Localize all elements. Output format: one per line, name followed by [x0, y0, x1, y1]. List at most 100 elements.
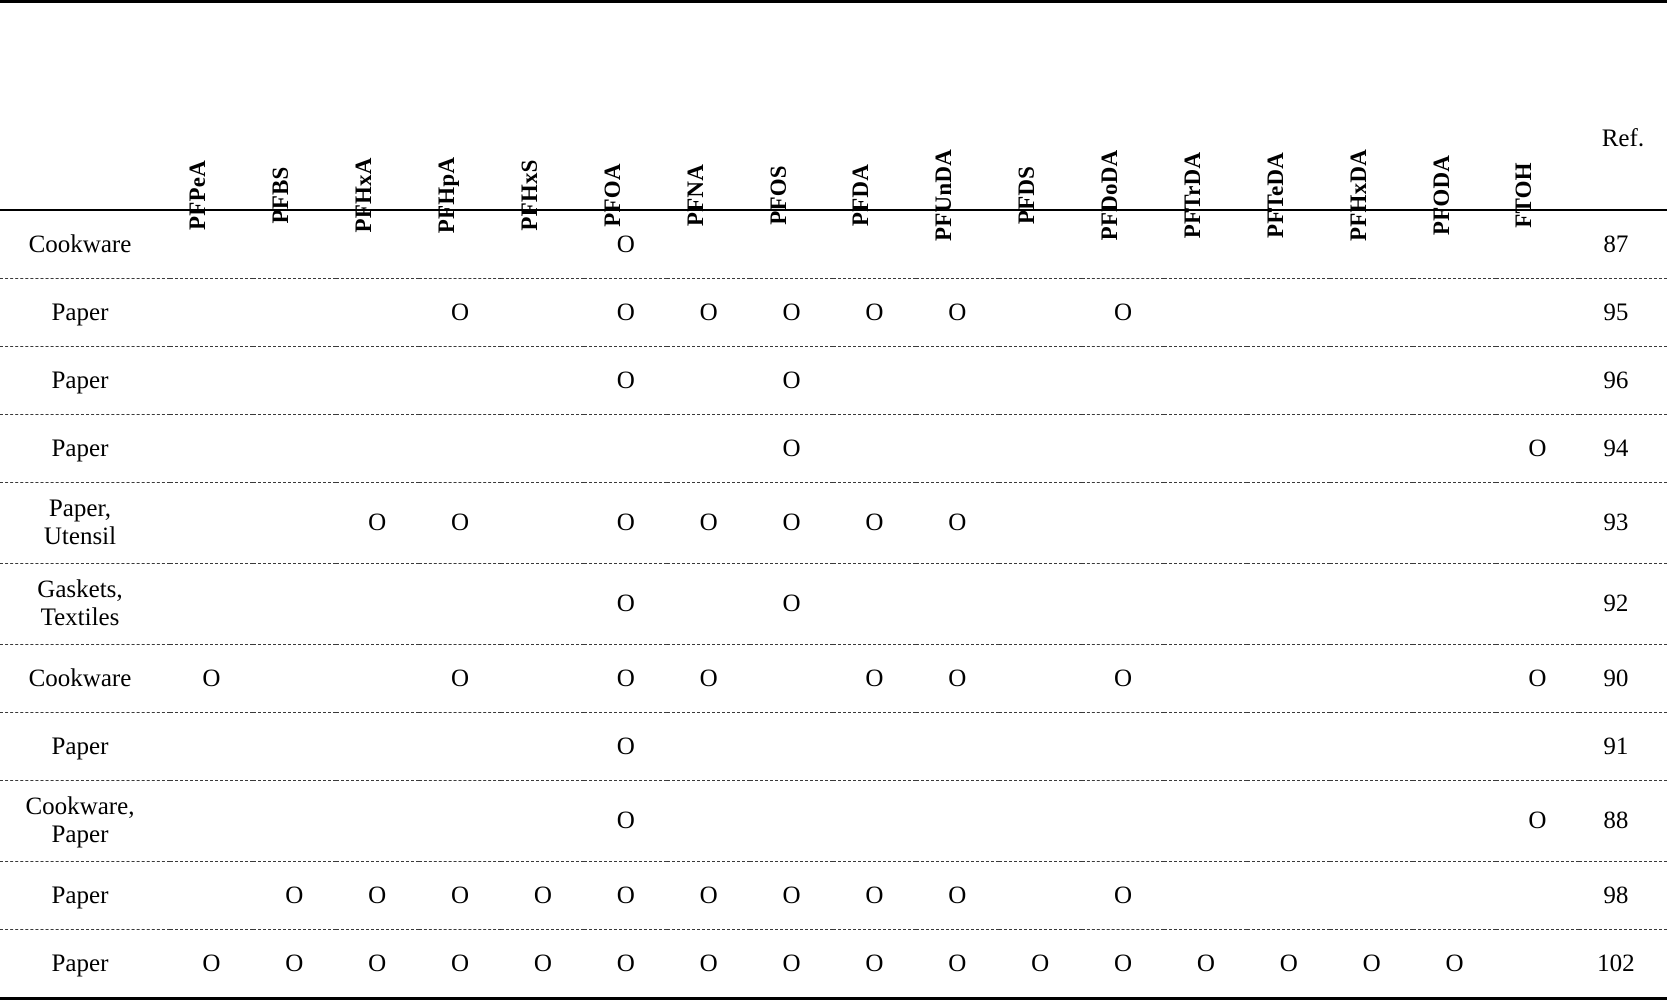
- detection-o-icon: O: [865, 664, 884, 692]
- empty-cell-pfbs: [252, 278, 336, 347]
- header-cell-pfhpa: PFHpA: [418, 0, 502, 233]
- empty-cell-pfpea: [169, 278, 253, 347]
- detection-o-icon: O: [285, 881, 304, 909]
- detection-mark-pfdoda: O: [1081, 278, 1165, 347]
- detection-mark-pfda: O: [832, 482, 916, 564]
- detection-o-icon: O: [1528, 664, 1547, 692]
- detection-o-icon: O: [202, 664, 221, 692]
- empty-cell-pfhxda: [1330, 278, 1414, 347]
- empty-cell-ftoh: [1495, 929, 1579, 1000]
- detection-mark-pfhpa: O: [418, 644, 502, 713]
- header-label-pfoa: PFOA: [599, 163, 625, 227]
- detection-o-icon: O: [699, 949, 718, 977]
- header-label-pftrda: PFTrDA: [1179, 151, 1205, 239]
- reference-number: 93: [1578, 482, 1667, 564]
- detection-mark-pfoa: O: [584, 780, 668, 862]
- detection-o-icon: O: [1528, 434, 1547, 462]
- empty-cell-pfhxa: [335, 644, 419, 713]
- empty-cell-pfhxda: [1330, 482, 1414, 564]
- table-row: Paper O O 96: [0, 346, 1667, 415]
- detection-mark-pfoda: O: [1413, 929, 1496, 1000]
- detection-mark-pfbs: O: [252, 929, 336, 1000]
- empty-cell-pfhxda: [1330, 563, 1414, 645]
- table-row: Gaskets, Textiles O O 92: [0, 563, 1667, 645]
- empty-cell-pftrda: [1164, 346, 1248, 415]
- header-cell-ftoh: FTOH: [1495, 0, 1579, 228]
- header-label-pfhxs: PFHxS: [516, 159, 542, 231]
- detection-o-icon: O: [616, 366, 635, 394]
- table-row: Cookware O O O O O O O O 90: [0, 644, 1667, 713]
- empty-cell-pfda: [832, 414, 916, 483]
- table-body: Cookware O 87 Paper O O O O O O O 95 Paper O O 96 Paper O…: [0, 209, 1667, 1000]
- empty-cell-pfpea: [169, 780, 253, 862]
- table-row: Paper, Utensil O O O O O O O 93: [0, 482, 1667, 564]
- detection-mark-pfda: O: [832, 644, 916, 713]
- detection-o-icon: O: [616, 590, 635, 617]
- empty-cell-pfna: [667, 712, 751, 781]
- row-label-category: Cookware: [0, 644, 170, 713]
- empty-cell-pfpea: [169, 861, 253, 930]
- empty-cell-pftrda: [1164, 712, 1248, 781]
- detection-mark-pfpea: O: [169, 929, 253, 1000]
- empty-cell-pfds: [998, 209, 1082, 279]
- detection-o-icon: O: [782, 509, 801, 536]
- detection-o-icon: O: [1445, 949, 1464, 977]
- detection-o-icon: O: [1031, 949, 1050, 977]
- detection-o-icon: O: [616, 881, 635, 909]
- header-cell-pfhxa: PFHxA: [335, 0, 419, 233]
- detection-o-icon: O: [1113, 664, 1133, 692]
- header-cell-pfds: PFDS: [998, 0, 1082, 224]
- empty-cell-pfhxda: [1330, 414, 1414, 483]
- detection-mark-pfunda: O: [915, 929, 999, 1000]
- empty-cell-pfunda: [915, 780, 999, 862]
- empty-cell-pfds: [998, 780, 1082, 862]
- detection-mark-pfos: O: [750, 346, 833, 415]
- empty-cell-pfds: [998, 278, 1082, 347]
- header-label-pfhxa: PFHxA: [351, 157, 377, 233]
- empty-cell-pfhpa: [418, 346, 502, 415]
- reference-number: 96: [1578, 346, 1667, 415]
- header-label-pfdoda: PFDoDA: [1097, 149, 1122, 241]
- empty-cell-pfpea: [169, 712, 253, 781]
- detection-mark-pfoa: O: [584, 563, 668, 645]
- empty-cell-pfhxa: [335, 346, 419, 415]
- empty-cell-pfds: [998, 346, 1082, 415]
- header-label-pfhxda: PFHxDA: [1345, 149, 1371, 241]
- empty-cell-ftoh: [1495, 482, 1579, 564]
- detection-o-icon: O: [782, 298, 801, 326]
- detection-o-icon: O: [368, 949, 387, 977]
- empty-cell-pfdoda: [1081, 209, 1165, 279]
- row-label-category: Paper: [0, 712, 170, 781]
- header-label-pfbs: PFBS: [268, 166, 294, 224]
- header-label-pfoda: PFODA: [1428, 154, 1454, 236]
- empty-cell-pfhpa: [418, 414, 502, 483]
- detection-o-icon: O: [450, 664, 470, 692]
- detection-mark-pfos: O: [750, 929, 833, 1000]
- reference-number: 102: [1578, 929, 1667, 1000]
- detection-mark-pfna: O: [667, 861, 751, 930]
- detection-mark-pfoa: O: [584, 482, 668, 564]
- empty-cell-pfbs: [252, 712, 336, 781]
- empty-cell-pfpea: [169, 346, 253, 415]
- empty-cell-pfda: [832, 209, 916, 279]
- empty-cell-pfunda: [915, 209, 999, 279]
- detection-o-icon: O: [782, 881, 801, 909]
- detection-mark-pfhpa: O: [418, 929, 502, 1000]
- header-label-pfds: PFDS: [1014, 165, 1040, 225]
- empty-cell-pfhpa: [418, 780, 502, 862]
- empty-cell-pfunda: [915, 414, 999, 483]
- table-row: Cookware O 87: [0, 209, 1667, 279]
- empty-cell-pfna: [667, 563, 751, 645]
- detection-o-icon: O: [865, 881, 884, 909]
- pfas-detection-table: PFPeA PFBS PFHxA PFHpA PFHxS PFOA PFNA P…: [0, 0, 1667, 1000]
- header-label-pfda: PFDA: [848, 163, 874, 227]
- empty-cell-pfoa: [584, 414, 668, 483]
- header-cell-pfunda: PFUnDA: [915, 0, 999, 241]
- detection-o-icon: O: [948, 298, 967, 326]
- reference-number: 98: [1578, 861, 1667, 930]
- detection-mark-pfos: O: [750, 278, 833, 347]
- detection-mark-pfoa: O: [584, 929, 668, 1000]
- empty-cell-pftrda: [1164, 644, 1248, 713]
- empty-cell-ftoh: [1495, 563, 1579, 645]
- header-label-pfpea: PFPeA: [185, 160, 211, 230]
